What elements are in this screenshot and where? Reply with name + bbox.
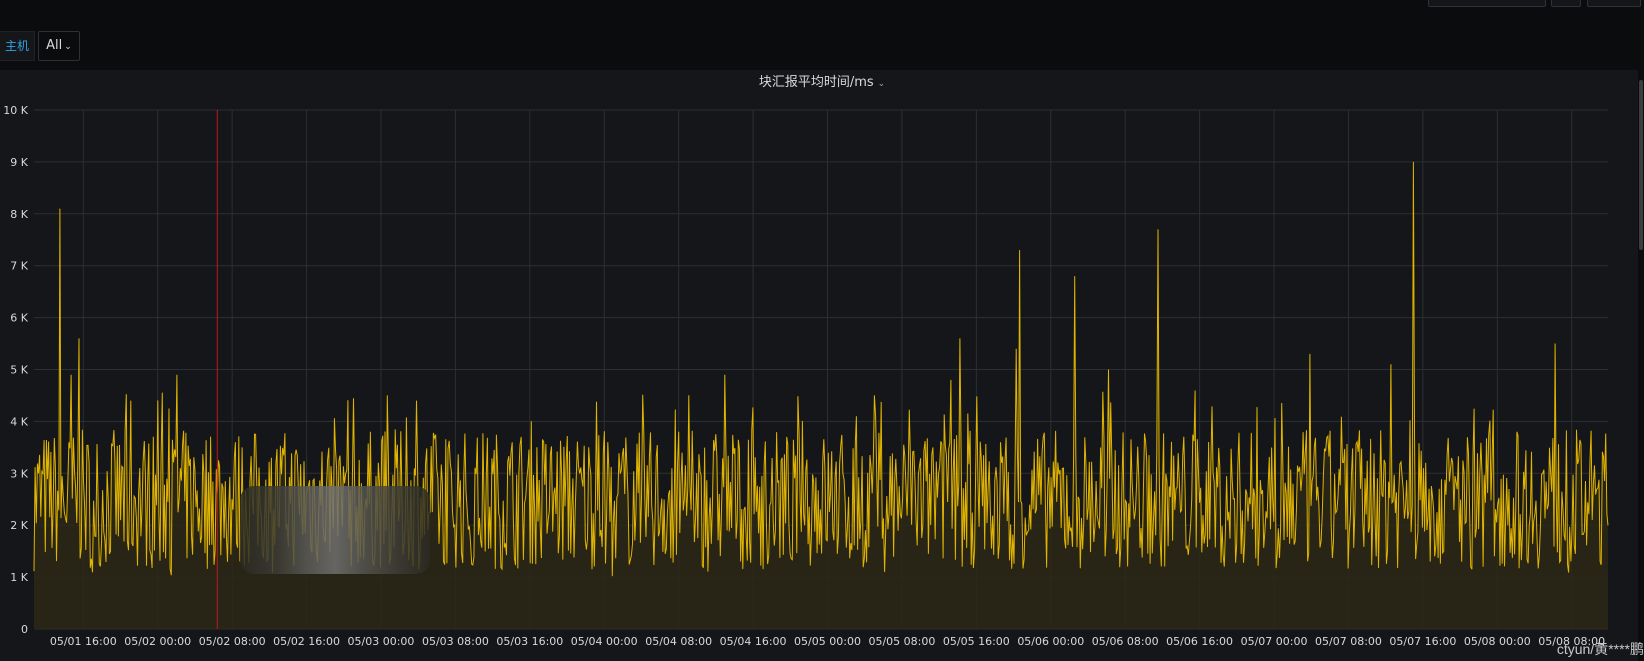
x-tick-label: 05/04 16:00 xyxy=(720,635,787,648)
x-tick-label: 05/08 00:00 xyxy=(1464,635,1531,648)
x-tick-label: 05/03 08:00 xyxy=(422,635,489,648)
y-tick-label: 1 K xyxy=(10,571,28,584)
x-tick-label: 05/06 08:00 xyxy=(1092,635,1159,648)
y-tick-label: 7 K xyxy=(10,260,28,273)
y-tick-label: 6 K xyxy=(10,312,28,325)
x-tick-label: 05/07 16:00 xyxy=(1389,635,1456,648)
y-tick-label: 9 K xyxy=(10,156,28,169)
y-tick-label: 2 K xyxy=(10,519,28,532)
y-axis-ticks: 0 1 K 2 K 3 K 4 K 5 K 6 K 7 K 8 K 9 K 10 K xyxy=(3,104,28,636)
x-tick-label: 05/04 00:00 xyxy=(571,635,638,648)
x-tick-label: 05/06 00:00 xyxy=(1017,635,1084,648)
x-tick-label: 05/05 00:00 xyxy=(794,635,861,648)
x-tick-label: 05/04 08:00 xyxy=(645,635,712,648)
x-tick-label: 05/02 16:00 xyxy=(273,635,340,648)
y-tick-label: 5 K xyxy=(10,364,28,377)
x-tick-label: 05/02 08:00 xyxy=(199,635,266,648)
redacted-tooltip-blur xyxy=(240,486,430,574)
x-tick-label: 05/03 16:00 xyxy=(496,635,563,648)
y-tick-label: 3 K xyxy=(10,467,28,480)
y-tick-label: 4 K xyxy=(10,415,28,428)
x-tick-label: 05/05 08:00 xyxy=(868,635,935,648)
x-tick-label: 05/07 08:00 xyxy=(1315,635,1382,648)
x-tick-label: 05/03 00:00 xyxy=(348,635,415,648)
y-tick-label: 8 K xyxy=(10,208,28,221)
x-tick-label: 05/06 16:00 xyxy=(1166,635,1233,648)
y-tick-label: 0 xyxy=(21,623,28,636)
x-tick-label: 05/07 00:00 xyxy=(1241,635,1308,648)
scrollbar[interactable] xyxy=(1638,70,1644,661)
scrollbar-thumb[interactable] xyxy=(1639,80,1643,250)
x-tick-label: 05/02 00:00 xyxy=(124,635,191,648)
watermark-text: ctyun/黄****鹏 xyxy=(1556,641,1644,657)
x-axis-ticks: 05/01 16:00 05/02 00:00 05/02 08:00 05/02 1… xyxy=(50,635,1605,648)
x-tick-label: 05/01 16:00 xyxy=(50,635,117,648)
y-tick-label: 10 K xyxy=(3,104,28,117)
x-tick-label: 05/05 16:00 xyxy=(943,635,1010,648)
